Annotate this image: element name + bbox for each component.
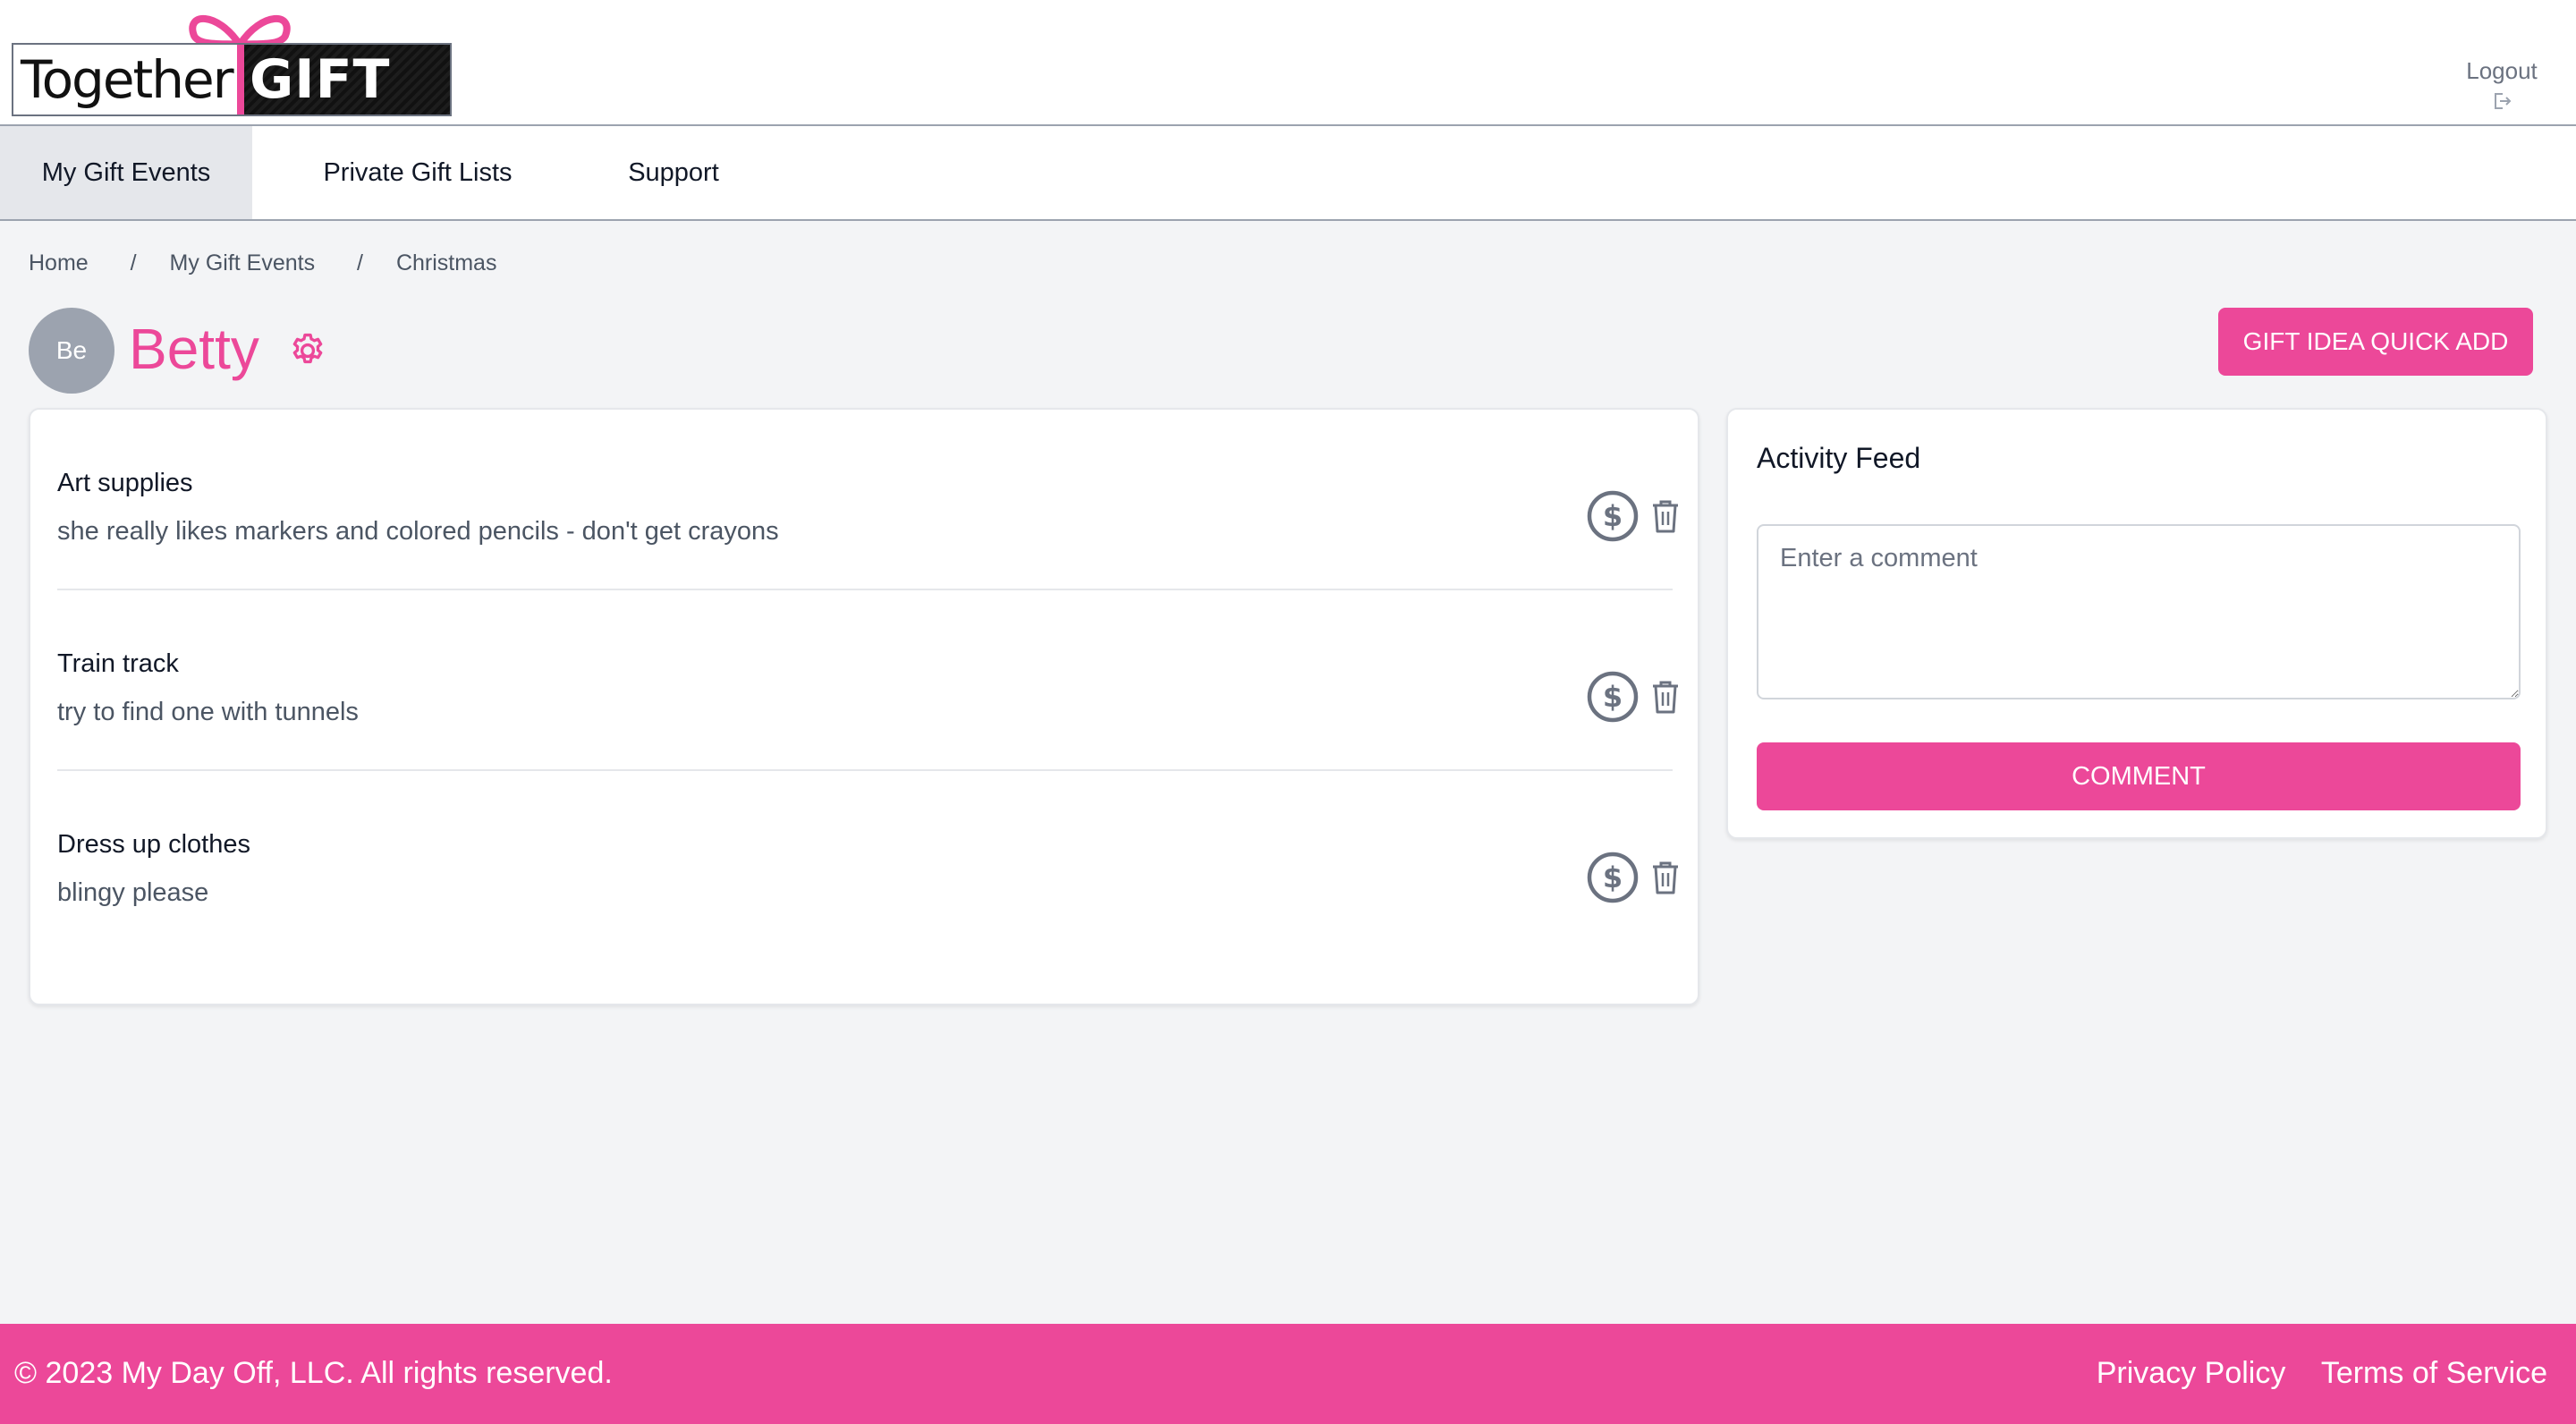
breadcrumb-separator: /: [130, 250, 137, 275]
dollar-icon[interactable]: $: [1587, 852, 1639, 903]
dollar-icon[interactable]: $: [1587, 671, 1639, 723]
nav-tab-my-gift-events[interactable]: My Gift Events: [0, 126, 252, 219]
logout-label: Logout: [2466, 57, 2538, 84]
svg-text:$: $: [1603, 860, 1623, 894]
footer: © 2023 My Day Off, LLC. All rights reser…: [0, 1324, 2576, 1424]
breadcrumb-separator: /: [357, 250, 363, 275]
activity-feed-title: Activity Feed: [1757, 442, 1921, 474]
activity-feed-card: Activity Feed COMMENT: [1726, 408, 2547, 839]
copyright-text: © 2023 My Day Off, LLC. All rights reser…: [14, 1356, 613, 1390]
gift-item: Dress up clothes blingy please $: [57, 771, 1678, 952]
gift-item: Art supplies she really likes markers an…: [57, 410, 1678, 590]
trash-icon[interactable]: [1649, 497, 1682, 535]
main-nav: My Gift Events Private Gift Lists Suppor…: [0, 126, 2576, 221]
gift-list-card: Art supplies she really likes markers an…: [29, 408, 1699, 1005]
breadcrumb-home[interactable]: Home: [29, 250, 89, 276]
nav-tab-support[interactable]: Support: [590, 126, 757, 219]
terms-of-service-link[interactable]: Terms of Service: [2321, 1356, 2547, 1390]
gift-note: blingy please: [57, 878, 209, 907]
gift-item: Train track try to find one with tunnels…: [57, 590, 1678, 771]
privacy-policy-link[interactable]: Privacy Policy: [2097, 1356, 2286, 1390]
gear-icon[interactable]: [288, 331, 327, 370]
breadcrumb-my-gift-events[interactable]: My Gift Events: [170, 250, 316, 276]
breadcrumb-christmas: Christmas: [395, 250, 497, 275]
gift-note: she really likes markers and colored pen…: [57, 517, 779, 546]
avatar: Be: [29, 308, 114, 394]
together-gift-it-logo[interactable]: Together GIFT IT: [12, 5, 452, 181]
comment-button[interactable]: COMMENT: [1757, 742, 2521, 810]
logout-button[interactable]: Logout: [2453, 57, 2551, 112]
breadcrumb: Home / My Gift Events / Christmas: [29, 250, 496, 276]
comment-input[interactable]: [1757, 524, 2521, 699]
app-header: Together GIFT IT Logout: [0, 0, 2576, 181]
footer-links: Privacy Policy Terms of Service: [2070, 1356, 2547, 1391]
gift-note: try to find one with tunnels: [57, 698, 359, 726]
logo-ribbon: [237, 45, 244, 114]
logo-wordmark: Together GIFT IT: [12, 43, 452, 181]
dollar-icon[interactable]: $: [1587, 490, 1639, 542]
svg-text:$: $: [1603, 680, 1623, 714]
gift-name: Art supplies: [57, 469, 193, 497]
trash-icon[interactable]: [1649, 678, 1682, 716]
logo-text-gift-it: GIFT IT: [237, 45, 450, 181]
gift-idea-quick-add-button[interactable]: GIFT IDEA QUICK ADD: [2218, 308, 2533, 376]
nav-tab-private-gift-lists[interactable]: Private Gift Lists: [292, 126, 544, 219]
logo-text-together: Together: [21, 49, 234, 110]
page-title: Betty: [129, 317, 259, 381]
gift-name: Dress up clothes: [57, 830, 250, 859]
gift-name: Train track: [57, 649, 179, 678]
logout-icon: [2495, 93, 2512, 109]
trash-icon[interactable]: [1649, 859, 1682, 896]
svg-text:$: $: [1603, 499, 1623, 533]
